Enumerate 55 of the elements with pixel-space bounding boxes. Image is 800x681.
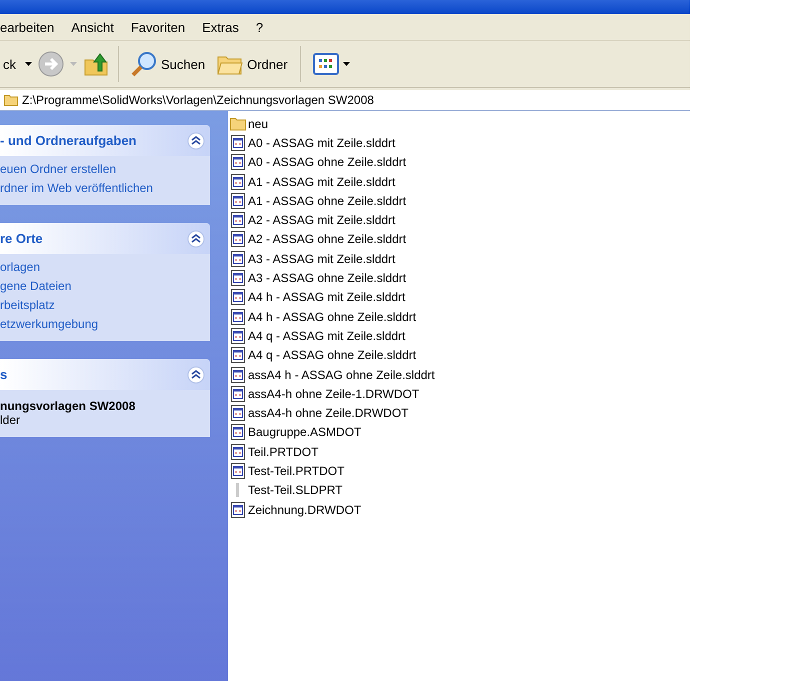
file-item[interactable]: A4 h - ASSAG ohne Zeile.slddrt (230, 306, 416, 326)
panel-title: s (0, 367, 8, 382)
dropdown-arrow-icon (342, 62, 350, 66)
blank-file-icon (236, 483, 239, 498)
dropdown-arrow-icon[interactable] (25, 62, 32, 66)
folders-button[interactable]: Ordner (214, 51, 291, 77)
file-item[interactable]: Zeichnung.DRWDOT (230, 500, 362, 520)
collapse-chevron-icon[interactable] (187, 230, 205, 248)
task-link[interactable]: rbeitsplatz (0, 298, 210, 312)
back-button[interactable]: ck (0, 54, 19, 74)
file-item[interactable]: A2 - ASSAG mit Zeile.slddrt (230, 210, 396, 230)
file-item[interactable]: A3 - ASSAG mit Zeile.slddrt (230, 249, 396, 268)
file-item[interactable]: neu (230, 114, 268, 134)
file-item[interactable]: A4 q - ASSAG ohne Zeile.slddrt (230, 346, 416, 365)
panel-header[interactable]: - und Ordneraufgaben (0, 125, 210, 156)
search-icon (131, 51, 157, 77)
file-item[interactable]: A2 - ASSAG ohne Zeile.slddrt (230, 230, 406, 250)
grid-icon (312, 53, 339, 75)
file-item[interactable]: A0 - ASSAG ohne Zeile.slddrt (230, 152, 406, 172)
task-link[interactable]: euen Ordner erstellen (0, 162, 210, 176)
menu-item[interactable]: earbeiten (0, 20, 54, 34)
menu-item[interactable]: Favoriten (130, 20, 186, 34)
file-item[interactable]: assA4-h ohne Zeile.DRWDOT (230, 403, 408, 423)
details-name: nungsvorlagen SW2008 (0, 399, 136, 413)
folder-icon (4, 94, 18, 106)
task-link[interactable]: etzwerkumgebung (0, 317, 210, 331)
file-item[interactable]: A3 - ASSAG ohne Zeile.slddrt (230, 268, 406, 288)
address-field[interactable]: Z:\Programme\SolidWorks\Vorlagen\Zeichnungsvorlagen SW2008 (22, 93, 374, 107)
collapse-chevron-icon[interactable] (187, 132, 205, 150)
search-button[interactable]: Suchen (128, 49, 208, 79)
file-item[interactable]: assA4-h ohne Zeile-1.DRWDOT (230, 384, 420, 404)
file-item[interactable]: A4 h - ASSAG mit Zeile.slddrt (230, 288, 406, 307)
panel-header[interactable]: s (0, 359, 210, 390)
collapse-chevron-icon[interactable] (187, 366, 205, 384)
task-link[interactable]: orlagen (0, 260, 210, 274)
file-item[interactable]: A0 - ASSAG mit Zeile.slddrt (230, 133, 396, 153)
file-item[interactable]: A1 - ASSAG ohne Zeile.slddrt (230, 191, 406, 210)
file-item[interactable]: Baugruppe.ASMDOT (230, 422, 362, 442)
folder-icon (230, 116, 246, 132)
file-item[interactable]: Teil.PRTDOT (230, 442, 318, 462)
panel-title: re Orte (0, 231, 43, 246)
menu-item[interactable]: ? (256, 20, 264, 34)
file-item[interactable]: Test-Teil.SLDPRT (230, 480, 342, 500)
file-item[interactable]: Test-Teil.PRTDOT (230, 461, 344, 481)
menu-item[interactable]: Ansicht (71, 20, 114, 34)
folder-up-icon[interactable] (83, 51, 109, 77)
task-link[interactable]: gene Dateien (0, 279, 210, 293)
file-item[interactable]: A4 q - ASSAG mit Zeile.slddrt (230, 326, 406, 346)
menu-item[interactable]: Extras (202, 20, 239, 34)
panel-title: - und Ordneraufgaben (0, 133, 136, 148)
panel-header[interactable]: re Orte (0, 223, 210, 254)
task-link[interactable]: rdner im Web veröffentlichen (0, 181, 210, 195)
file-item[interactable]: A1 - ASSAG mit Zeile.slddrt (230, 172, 396, 192)
file-item[interactable]: assA4 h - ASSAG ohne Zeile.slddrt (230, 364, 435, 384)
details-type: lder (0, 413, 22, 427)
